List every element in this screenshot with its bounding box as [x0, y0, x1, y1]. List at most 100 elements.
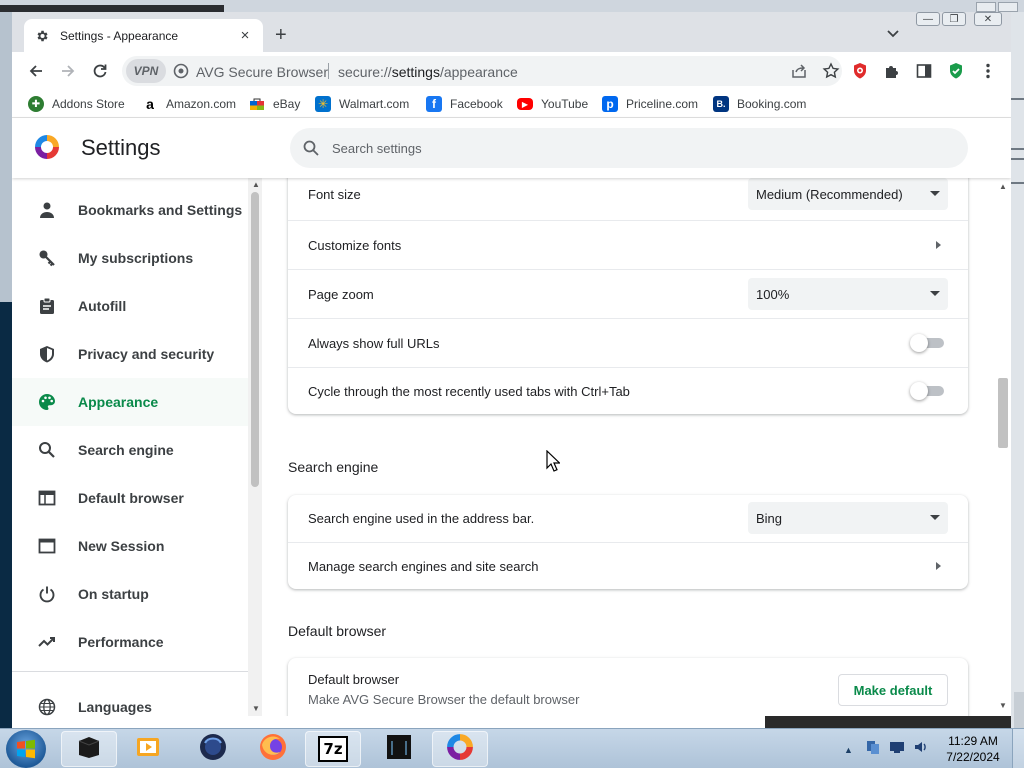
- volume-icon[interactable]: [913, 739, 929, 760]
- sidebar-item-label: My subscriptions: [78, 250, 194, 266]
- shield-icon: [36, 343, 58, 365]
- scroll-up-arrow-icon[interactable]: ▲: [999, 182, 1007, 191]
- default-browser-subtitle: Make AVG Secure Browser the default brow…: [308, 692, 580, 707]
- dropdown-caret-icon: [930, 191, 940, 196]
- restore-button[interactable]: ❐: [942, 12, 966, 26]
- bookmark-priceline[interactable]: p Priceline.com: [602, 95, 698, 113]
- bookmark-addons-store[interactable]: ✚ Addons Store: [28, 95, 125, 113]
- bookmark-walmart[interactable]: ✳ Walmart.com: [315, 95, 409, 113]
- bookmark-label: Booking.com: [737, 97, 807, 111]
- tab-settings[interactable]: Settings - Appearance ×: [24, 19, 263, 52]
- make-default-button[interactable]: Make default: [838, 674, 948, 706]
- desktop-line: [1011, 98, 1024, 100]
- taskbar-firefox-alt[interactable]: [185, 731, 241, 767]
- cycle-tabs-row: Cycle through the most recently used tab…: [288, 367, 968, 414]
- vpn-button[interactable]: VPN: [126, 59, 166, 83]
- settings-search[interactable]: [290, 128, 968, 168]
- default-browser-heading: Default browser: [288, 623, 387, 639]
- sidebar-scrollbar-thumb[interactable]: [251, 192, 259, 487]
- taskbar-terminal[interactable]: [61, 731, 117, 767]
- taskbar-monitor[interactable]: [371, 731, 427, 767]
- tab-close-icon[interactable]: ×: [237, 27, 253, 44]
- security-check-icon[interactable]: [946, 61, 966, 81]
- sidebar-item-my-subscriptions[interactable]: My subscriptions: [12, 234, 248, 282]
- sidebar-item-bookmarks-and-settings[interactable]: Bookmarks and Settings: [12, 186, 248, 234]
- bookmark-booking[interactable]: B. Booking.com: [713, 95, 806, 113]
- sidebar-item-on-startup[interactable]: On startup: [12, 570, 248, 618]
- display-icon[interactable]: [889, 739, 905, 760]
- sidebar-item-search-engine[interactable]: Search engine: [12, 426, 248, 474]
- key-icon: [36, 247, 58, 269]
- page-zoom-select[interactable]: 100%: [748, 278, 948, 310]
- network-icon[interactable]: [865, 739, 881, 760]
- extensions-puzzle-icon[interactable]: [882, 61, 902, 81]
- sidebar-item-default-browser[interactable]: Default browser: [12, 474, 248, 522]
- system-tray: ▲: [844, 739, 929, 760]
- menu-dots-icon[interactable]: [978, 61, 998, 81]
- customize-fonts-row[interactable]: Customize fonts: [288, 220, 968, 269]
- manage-search-engines-row[interactable]: Manage search engines and site search: [288, 542, 968, 589]
- browser-window: Settings - Appearance × + — ❐ ✕ VPN AVG …: [12, 12, 1011, 716]
- bookmark-youtube[interactable]: ▶ YouTube: [517, 95, 588, 113]
- tray-expand-icon[interactable]: ▲: [844, 745, 853, 755]
- close-button[interactable]: ✕: [974, 12, 1002, 26]
- scroll-down-arrow-icon[interactable]: ▼: [999, 701, 1007, 710]
- search-input[interactable]: [332, 137, 932, 159]
- taskbar-firefox[interactable]: [245, 731, 301, 767]
- minimize-button[interactable]: —: [916, 12, 940, 26]
- sidebar-scrollbar[interactable]: ▲ ▼: [248, 178, 262, 716]
- desktop-left-strip: [0, 12, 12, 742]
- bookmark-ebay[interactable]: eBay: [249, 95, 300, 113]
- avg-logo-icon: [34, 134, 60, 165]
- avg-shield-icon[interactable]: [173, 63, 189, 84]
- main-scrollbar[interactable]: ▲ ▼: [995, 178, 1011, 716]
- start-button[interactable]: [6, 730, 46, 768]
- bookmark-facebook[interactable]: f Facebook: [426, 95, 503, 113]
- show-desktop-button[interactable]: [1012, 729, 1024, 768]
- tab-search-chevron-icon[interactable]: [886, 26, 900, 44]
- background-minimize: [976, 2, 996, 12]
- sidebar-item-appearance[interactable]: Appearance: [12, 378, 248, 426]
- taskbar-media-player[interactable]: [120, 731, 176, 767]
- share-icon[interactable]: [790, 62, 808, 85]
- person-icon: [36, 199, 58, 221]
- full-urls-toggle[interactable]: [910, 334, 946, 352]
- toggle-knob: [910, 382, 928, 400]
- scroll-down-arrow-icon[interactable]: ▼: [252, 704, 260, 713]
- privacy-shield-icon[interactable]: [850, 61, 870, 81]
- taskbar-7zip[interactable]: 7z: [305, 731, 361, 767]
- address-bar[interactable]: VPN AVG Secure Browser secure://settings…: [122, 56, 842, 86]
- clock-date: 7/22/2024: [946, 750, 1000, 764]
- browser-name: AVG Secure Browser: [196, 64, 329, 80]
- sidebar-item-autofill[interactable]: Autofill: [12, 282, 248, 330]
- full-urls-label: Always show full URLs: [308, 335, 440, 351]
- bookmark-star-icon[interactable]: [822, 62, 840, 85]
- url-text[interactable]: secure://settings/appearance: [338, 64, 518, 80]
- url-path: /appearance: [439, 64, 518, 80]
- scroll-up-arrow-icon[interactable]: ▲: [252, 180, 260, 189]
- system-clock[interactable]: 11:29 AM 7/22/2024: [936, 733, 1010, 765]
- reload-icon[interactable]: [90, 61, 110, 81]
- search-engine-select[interactable]: Bing: [748, 502, 948, 534]
- cycle-tabs-toggle[interactable]: [910, 382, 946, 400]
- sidebar-item-performance[interactable]: Performance: [12, 618, 248, 666]
- font-size-select[interactable]: Medium (Recommended): [748, 178, 948, 210]
- font-size-value: Medium (Recommended): [756, 186, 903, 202]
- main-scrollbar-thumb[interactable]: [998, 378, 1008, 448]
- omnibox-divider: [328, 63, 329, 79]
- bookmark-label: eBay: [273, 97, 301, 111]
- desktop-line: [1011, 158, 1024, 160]
- new-tab-button[interactable]: +: [275, 25, 287, 45]
- back-arrow-icon[interactable]: [26, 61, 46, 81]
- cycle-tabs-label: Cycle through the most recently used tab…: [308, 383, 630, 399]
- page-title: Settings: [81, 135, 161, 160]
- bookmark-amazon[interactable]: a Amazon.com: [142, 95, 236, 113]
- sidebar-item-languages[interactable]: Languages: [12, 683, 248, 716]
- sidebar-item-privacy-and-security[interactable]: Privacy and security: [12, 330, 248, 378]
- forward-arrow-icon[interactable]: [58, 61, 78, 81]
- side-panel-icon[interactable]: [914, 61, 934, 81]
- taskbar-avg-browser[interactable]: [432, 731, 488, 767]
- sidebar-item-new-session[interactable]: New Session: [12, 522, 248, 570]
- window-icon: [36, 535, 58, 557]
- chevron-right-icon: [936, 562, 941, 570]
